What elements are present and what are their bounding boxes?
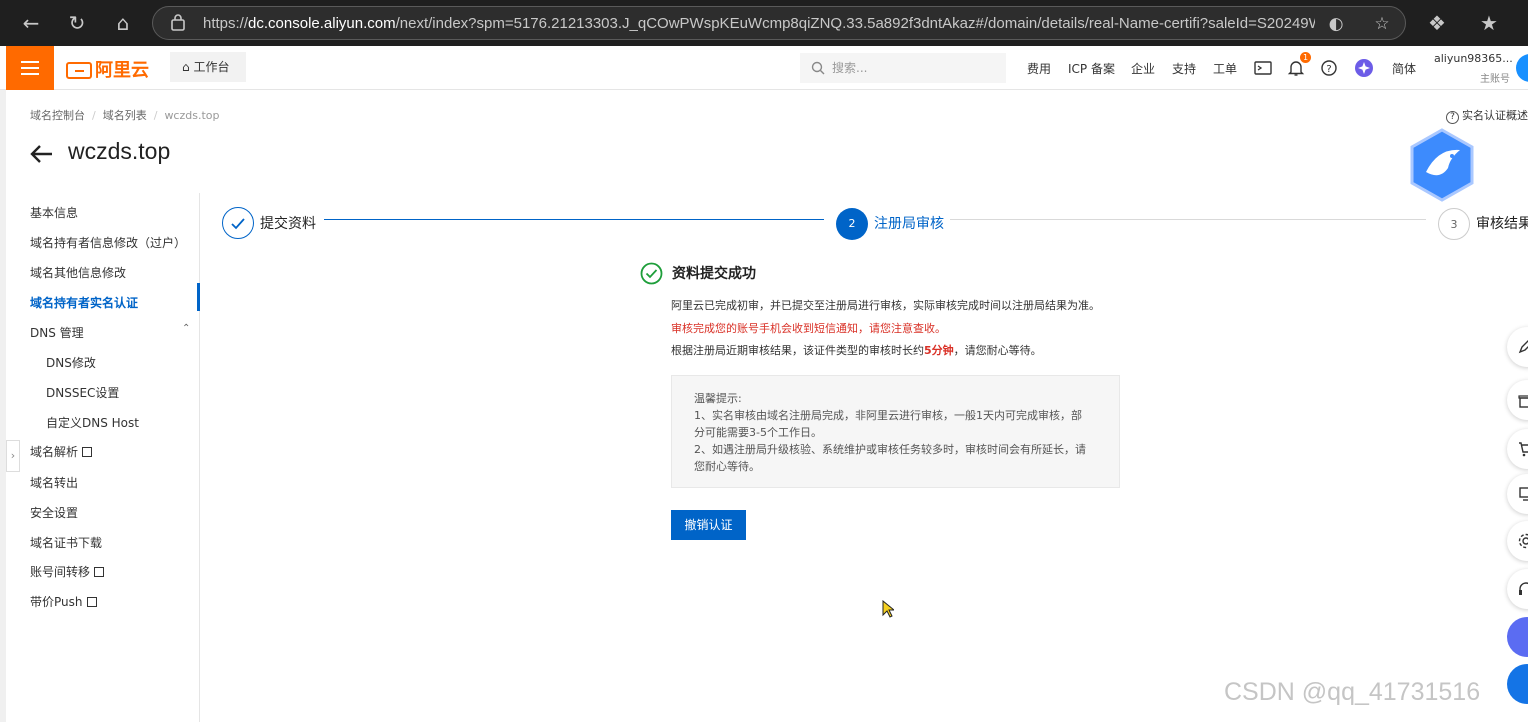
step-2-number: 2 xyxy=(836,208,868,240)
headset-icon xyxy=(1519,582,1528,595)
sidebar-item-dnssec[interactable]: DNSSEC设置 xyxy=(46,384,119,401)
address-bar[interactable]: https://dc.console.aliyun.com/next/index… xyxy=(152,6,1406,40)
aliyun-logo[interactable]: 阿里云 xyxy=(66,56,149,82)
back-icon[interactable]: ← xyxy=(16,8,46,38)
float-cart[interactable] xyxy=(1507,429,1528,469)
back-arrow-icon[interactable] xyxy=(28,142,54,166)
star-icon[interactable]: ☆ xyxy=(1371,13,1393,35)
result-line-2: 审核完成您的账号手机会收到短信通知，请您注意查收。 xyxy=(671,322,946,335)
sidebar-item-account-transfer[interactable]: 账号间转移 xyxy=(30,563,105,580)
result-line-3: 根据注册局近期审核结果，该证件类型的审核时长约5分钟，请您耐心等待。 xyxy=(671,344,1042,357)
float-screen[interactable] xyxy=(1507,474,1528,514)
reload-icon[interactable]: ↻ xyxy=(62,8,92,38)
step-connector-pending xyxy=(950,219,1426,220)
question-icon: ? xyxy=(1446,111,1459,124)
browser-toolbar: ← ↻ ⌂ https://dc.console.aliyun.com/next… xyxy=(0,0,1528,46)
tip-line: 您耐心等待。 xyxy=(694,460,760,473)
username[interactable]: aliyun98365... xyxy=(1434,52,1513,65)
float-chat-icon[interactable] xyxy=(1507,664,1528,704)
nav-support[interactable]: 支持 xyxy=(1172,60,1196,77)
nav-enterprise[interactable]: 企业 xyxy=(1131,60,1155,77)
search-input[interactable]: 搜索... xyxy=(800,53,1006,83)
step-1-done-icon xyxy=(222,207,254,239)
sidebar-item-other-info[interactable]: 域名其他信息修改 xyxy=(30,264,126,281)
workbench-button[interactable]: ⌂ 工作台 xyxy=(170,52,246,82)
avatar[interactable] xyxy=(1516,54,1528,82)
external-link-icon xyxy=(82,447,93,457)
sidebar-item-custom-dns-host[interactable]: 自定义DNS Host xyxy=(46,414,139,431)
menu-icon[interactable] xyxy=(6,46,54,90)
sidebar: 基本信息 域名持有者信息修改（过户） 域名其他信息修改 域名持有者实名认证 DN… xyxy=(6,193,200,722)
sidebar-item-basic-info[interactable]: 基本信息 xyxy=(30,204,78,221)
sidebar-item-dns-manage[interactable]: DNS 管理 xyxy=(30,324,84,341)
step-connector-done xyxy=(324,219,824,220)
breadcrumb-current: wczds.top xyxy=(164,109,220,122)
svg-text:?: ? xyxy=(1326,64,1331,75)
result-title: 资料提交成功 xyxy=(672,266,756,282)
tip-line: 2、如遇注册局升级核验、系统维护或审核任务较多时，审核时间会有所延长，请 xyxy=(694,443,1086,456)
sidebar-item-certificate[interactable]: 域名证书下载 xyxy=(30,534,102,551)
review-duration: 5分钟 xyxy=(924,344,954,357)
nav-fees[interactable]: 费用 xyxy=(1027,60,1051,77)
step-1-label: 提交资料 xyxy=(260,216,316,232)
console-topbar: 阿里云 ⌂ 工作台 搜索... 费用 ICP 备案 企业 支持 工单 1 ? 简… xyxy=(0,46,1528,90)
result-line-1: 阿里云已完成初审，并已提交至注册局进行审核，实际审核完成时间以注册局结果为准。 xyxy=(671,299,1100,312)
float-gift[interactable] xyxy=(1507,380,1528,420)
sidebar-item-dns-resolve[interactable]: 域名解析 xyxy=(30,443,93,460)
favorites-icon[interactable]: ★ xyxy=(1474,8,1504,38)
float-ai-sparkle-icon[interactable] xyxy=(1507,617,1528,657)
step-3-label: 审核结果 xyxy=(1476,216,1528,232)
assistant-mascot-icon[interactable] xyxy=(1408,128,1476,202)
breadcrumb-domain-console[interactable]: 域名控制台 xyxy=(30,109,85,122)
language-switch[interactable]: 简体 xyxy=(1392,60,1416,77)
account-role: 主账号 xyxy=(1480,74,1510,85)
gift-icon xyxy=(1518,395,1528,408)
sidebar-item-dns-modify[interactable]: DNS修改 xyxy=(46,354,96,371)
cancel-certification-button[interactable]: 撤销认证 xyxy=(671,510,746,540)
home-icon[interactable]: ⌂ xyxy=(108,8,138,38)
tip-box: 温馨提示: 1、实名审核由域名注册局完成，非阿里云进行审核，一般1天内可完成审核… xyxy=(671,375,1120,488)
step-3-number: 3 xyxy=(1438,208,1470,240)
external-link-icon xyxy=(94,567,105,577)
sidebar-item-transfer-out[interactable]: 域名转出 xyxy=(30,474,78,491)
active-indicator xyxy=(197,283,200,311)
tip-line: 1、实名审核由域名注册局完成，非阿里云进行审核，一般1天内可完成审核，部 xyxy=(694,409,1082,422)
monitor-icon xyxy=(1519,487,1528,501)
float-support[interactable] xyxy=(1507,569,1528,609)
success-check-icon xyxy=(640,262,663,285)
float-edit[interactable] xyxy=(1507,327,1528,367)
ai-assistant-icon[interactable] xyxy=(1354,58,1374,78)
realname-overview-link[interactable]: ? 实名认证概述 xyxy=(1446,107,1528,124)
watermark: CSDN @qq_41731516 xyxy=(1224,678,1481,706)
breadcrumb-domain-list[interactable]: 域名列表 xyxy=(103,109,147,122)
lock-icon xyxy=(171,14,185,31)
nav-ticket[interactable]: 工单 xyxy=(1213,60,1237,77)
breadcrumb: 域名控制台 / 域名列表 / wczds.top xyxy=(30,109,220,122)
tip-title: 温馨提示: xyxy=(694,392,742,405)
translate-icon[interactable]: ◐ xyxy=(1325,13,1347,35)
extensions-icon[interactable]: ❖ xyxy=(1422,8,1452,38)
help-icon[interactable]: ? xyxy=(1319,58,1339,78)
external-link-icon xyxy=(86,597,97,607)
notification-badge: 1 xyxy=(1300,52,1311,63)
terminal-icon[interactable] xyxy=(1253,58,1273,78)
search-icon xyxy=(811,61,825,75)
sidebar-item-holder-change[interactable]: 域名持有者信息修改（过户） xyxy=(30,234,186,251)
sidebar-item-security[interactable]: 安全设置 xyxy=(30,504,78,521)
page-title: wczds.top xyxy=(68,138,171,164)
mouse-cursor-icon xyxy=(882,600,894,618)
float-settings[interactable] xyxy=(1507,521,1528,561)
sidebar-collapse-toggle[interactable]: › xyxy=(6,440,20,472)
sidebar-item-realname[interactable]: 域名持有者实名认证 xyxy=(30,294,138,311)
cart-icon xyxy=(1519,442,1528,457)
nav-icp[interactable]: ICP 备案 xyxy=(1068,60,1115,77)
url-text: https://dc.console.aliyun.com/next/index… xyxy=(203,15,1315,32)
tip-line: 分可能需要3-5个工作日。 xyxy=(694,426,822,439)
gear-icon xyxy=(1518,533,1528,549)
step-2-label: 注册局审核 xyxy=(874,216,944,232)
edit-icon xyxy=(1518,340,1528,354)
sidebar-item-push[interactable]: 带价Push xyxy=(30,593,97,610)
chevron-up-icon[interactable]: ⌃ xyxy=(182,323,190,334)
